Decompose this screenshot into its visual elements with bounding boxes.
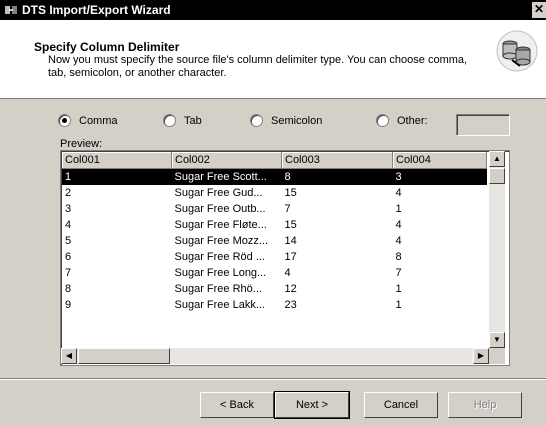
table-cell: 8 [65,283,72,295]
table-cell: 5 [65,235,72,247]
vertical-scrollbar[interactable]: ▲ ▼ [489,151,505,348]
table-cell: Sugar Free Fløte... [174,219,267,231]
table-cell: Sugar Free Gud... [174,187,263,199]
column-header[interactable]: Col001 [62,152,172,169]
table-cell: 7 [395,267,402,279]
table-cell: Sugar Free Mozz... [174,235,269,247]
table-row[interactable]: 3 Sugar Free Outb... 7 1 [62,201,487,217]
table-cell: 1 [395,299,402,311]
table-cell: 7 [284,203,291,215]
table-cell: 4 [65,219,72,231]
table-cell: 1 [62,168,172,185]
footer-divider [0,378,546,380]
radio-label: Other: [397,114,428,127]
app-icon [5,6,17,14]
scroll-right-icon[interactable]: ▶ [473,348,489,364]
table-cell: Sugar Free Long... [174,267,267,279]
radio-comma[interactable]: Comma [58,114,118,127]
table-cell: 15 [284,219,297,231]
table-row[interactable]: 1 Sugar Free Scott... 8 3 [62,168,487,185]
scroll-up-icon[interactable]: ▲ [489,151,505,167]
radio-label: Tab [184,114,202,127]
column-header[interactable]: Col004 [392,152,487,169]
table-cell: 7 [65,267,72,279]
radio-tab[interactable]: Tab [163,114,202,127]
table-row[interactable]: 2 Sugar Free Gud... 15 4 [62,185,487,201]
table-cell: 15 [284,187,297,199]
vertical-scroll-thumb[interactable] [489,168,505,184]
horizontal-scrollbar[interactable]: ◀ ▶ [61,348,489,364]
back-button[interactable]: < Back [200,392,274,418]
table-cell: 3 [65,203,72,215]
column-header[interactable]: Col003 [281,152,393,169]
header-row: Col001 Col002 Col003 Col004 [62,152,487,169]
radio-button[interactable] [58,114,71,127]
radio-button[interactable] [250,114,263,127]
table-cell: 1 [395,203,402,215]
table-row[interactable]: 6 Sugar Free Röd ... 17 8 [62,249,487,265]
table-cell: 4 [284,267,291,279]
table-cell: 2 [65,187,72,199]
table-cell: Sugar Free Scott... [171,168,282,185]
table-cell: Sugar Free Röd ... [174,251,266,263]
scroll-corner [489,348,505,364]
cancel-button[interactable]: Cancel [364,392,438,418]
table-cell: 12 [284,283,297,295]
radio-semicolon[interactable]: Semicolon [250,114,322,127]
page-title: Specify Column Delimiter [34,40,180,54]
table-cell: Sugar Free Rhö... [174,283,262,295]
table-cell: 23 [284,299,297,311]
table-cell: 6 [65,251,72,263]
table-cell: Sugar Free Outb... [174,203,266,215]
radio-other[interactable]: Other: [376,114,428,127]
database-transfer-icon [496,30,538,72]
other-delimiter-input[interactable] [456,114,510,136]
wizard-header: Specify Column Delimiter Now you must sp… [0,20,546,99]
preview-table: Col001 Col002 Col003 Col004 1 Sugar Free… [62,152,487,313]
close-icon[interactable]: ✕ [532,2,546,18]
table-cell: 4 [395,187,402,199]
table-row[interactable]: 4 Sugar Free Fløte... 15 4 [62,217,487,233]
title-bar: DTS Import/Export Wizard ✕ [0,0,546,20]
help-button[interactable]: Help [448,392,522,418]
table-row[interactable]: 5 Sugar Free Mozz... 14 4 [62,233,487,249]
table-cell: 3 [392,168,487,185]
table-row[interactable]: 9 Sugar Free Lakk... 23 1 [62,297,487,313]
table-cell: 1 [395,283,402,295]
table-cell: 8 [281,168,393,185]
scroll-down-icon[interactable]: ▼ [489,332,505,348]
table-cell: 17 [284,251,297,263]
table-cell: 14 [284,235,297,247]
table-cell: 4 [395,235,402,247]
radio-button[interactable] [376,114,389,127]
window-title: DTS Import/Export Wizard [22,3,171,17]
table-cell: 9 [65,299,72,311]
table-row[interactable]: 8 Sugar Free Rhö... 12 1 [62,281,487,297]
radio-label: Comma [79,114,118,127]
radio-button[interactable] [163,114,176,127]
radio-label: Semicolon [271,114,323,127]
preview-grid[interactable]: Col001 Col002 Col003 Col004 1 Sugar Free… [60,150,510,366]
horizontal-scroll-thumb[interactable] [78,348,170,364]
table-cell: Sugar Free Lakk... [174,299,266,311]
wizard-window: DTS Import/Export Wizard ✕ Specify Colum… [0,0,546,426]
scroll-left-icon[interactable]: ◀ [61,348,77,364]
column-header[interactable]: Col002 [171,152,282,169]
next-button[interactable]: Next > [274,391,350,419]
table-cell: 8 [395,251,402,263]
table-cell: 4 [395,219,402,231]
page-description: Now you must specify the source file's c… [48,54,468,79]
table-row[interactable]: 7 Sugar Free Long... 4 7 [62,265,487,281]
preview-label: Preview: [60,138,103,150]
